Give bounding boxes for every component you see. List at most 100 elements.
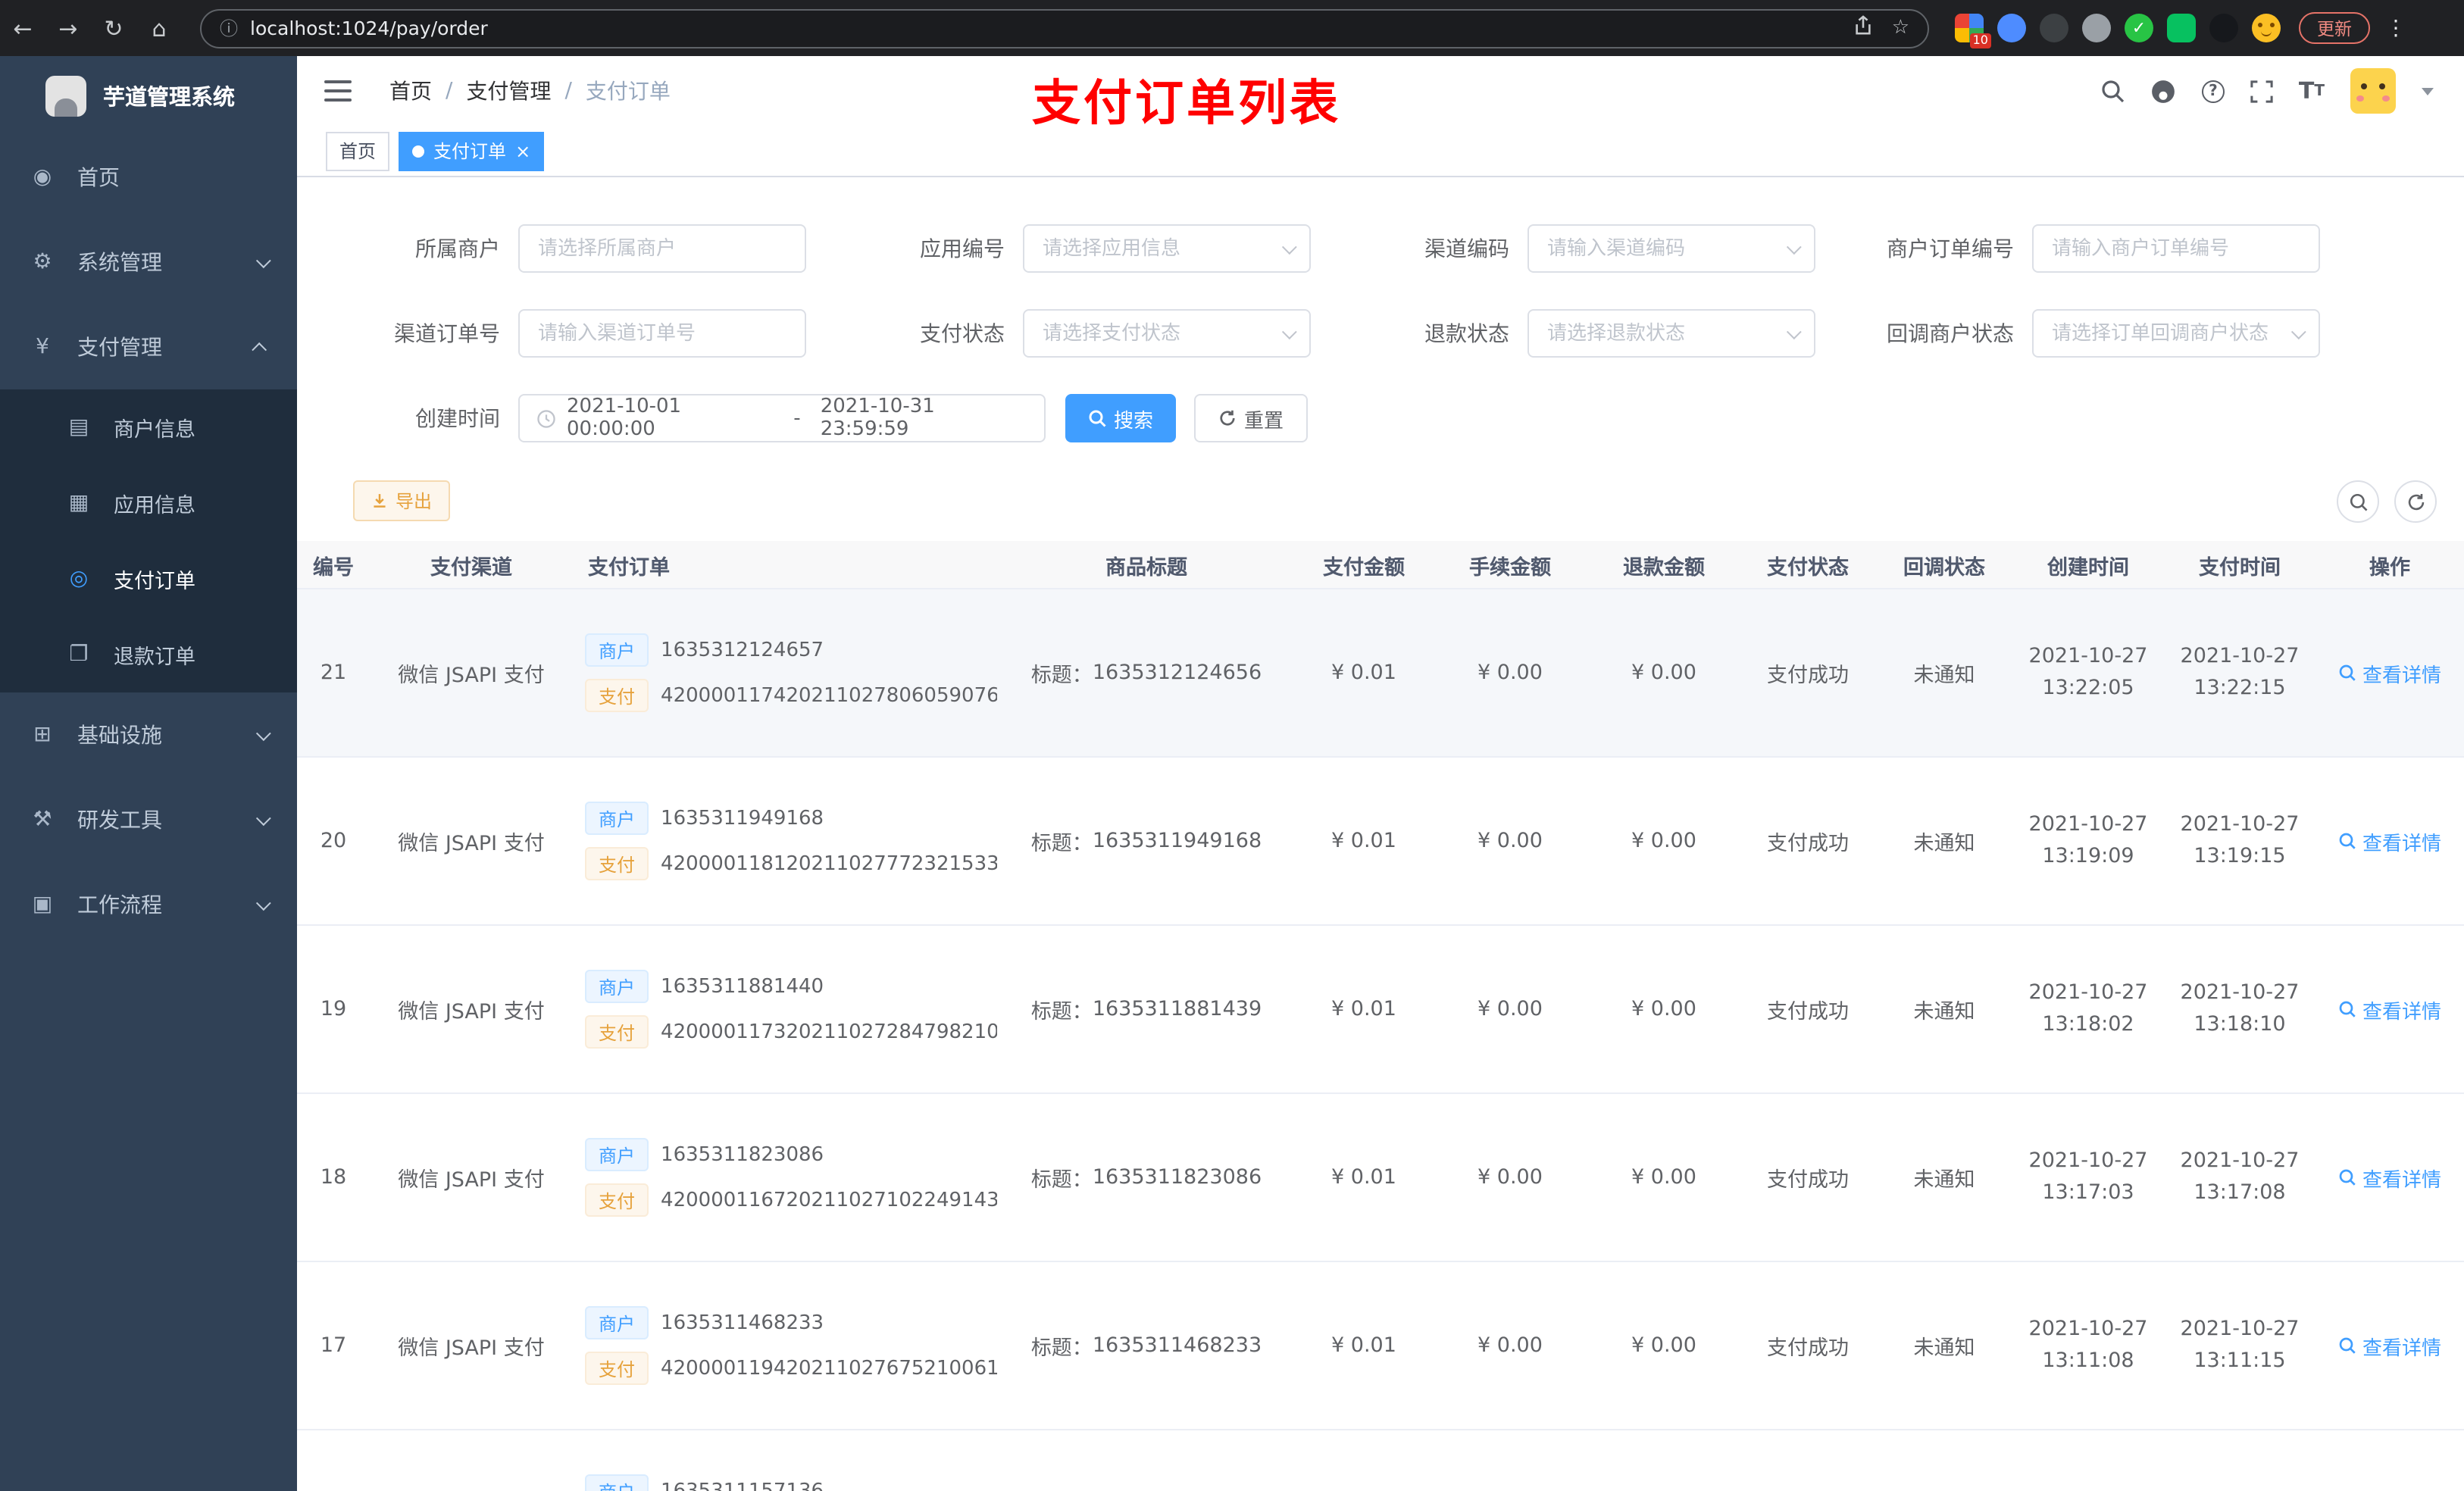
view-detail-link[interactable]: 查看详情 (2338, 1331, 2441, 1360)
app-logo[interactable]: 芋道管理系统 (0, 56, 297, 135)
close-icon[interactable]: × (515, 142, 530, 160)
field-label: 渠道编码 (1424, 238, 1509, 262)
refresh-icon (2407, 492, 2424, 510)
help-icon[interactable]: ? (2201, 80, 2225, 102)
active-dot (412, 145, 425, 157)
home-icon[interactable]: ⌂ (136, 14, 182, 42)
filter-notify-status: 回调商户状态 (1881, 309, 2320, 358)
search-icon[interactable] (2100, 79, 2125, 103)
cell-fee-amount: ¥ 0.00 (1477, 997, 1543, 1021)
field-label: 支付状态 (920, 323, 1005, 347)
address-bar[interactable]: ⓘ localhost:1024/pay/order ☆ (200, 8, 1929, 48)
merchant-order-no: 1635311949168 (661, 807, 824, 830)
logo-avatar (45, 75, 86, 116)
avatar[interactable] (2350, 68, 2396, 114)
column-header: 手续金额 (1469, 555, 1551, 580)
cell-pay-amount: ¥ 0.01 (1331, 829, 1396, 853)
merchant-select[interactable] (520, 226, 805, 271)
bookmark-star-icon[interactable]: ☆ (1892, 17, 1909, 39)
refund-status-select[interactable] (1529, 311, 1814, 356)
cell-order-id (297, 1430, 370, 1491)
app-select[interactable] (1024, 226, 1309, 271)
tab-home[interactable]: 首页 (326, 131, 390, 170)
browser-update-button[interactable]: 更新 (2299, 12, 2370, 44)
filter-row-3: 创建时间 2021-10-01 00:00:00 - 2021-10-31 23… (297, 394, 1309, 442)
site-info-icon[interactable]: ⓘ (220, 15, 238, 41)
breadcrumb-home[interactable]: 首页 (389, 76, 432, 106)
breadcrumb-current: 支付订单 (585, 80, 671, 105)
view-detail-link[interactable]: 查看详情 (2338, 1163, 2441, 1192)
sidebar-item-system[interactable]: ⚙ 系统管理 (0, 220, 297, 305)
title-prefix: 标题： (1030, 1168, 1093, 1192)
merchant-order-no-input[interactable] (2034, 226, 2319, 271)
channel-order-no: 4200001167202110271022491439 (661, 1189, 997, 1211)
sidebar-item-infra[interactable]: ⊞ 基础设施 (0, 692, 297, 777)
filter-row-1: 所属商户 应用编号 渠道编码 商户订单编号 (297, 224, 2320, 273)
cell-fee-amount: ¥ 0.00 (1477, 829, 1543, 853)
cell-refund-amount: ¥ 0.00 (1631, 997, 1696, 1021)
top-navbar: 首页 / 支付管理 / 支付订单 支付订单列表 ? TT (297, 56, 2464, 132)
merchant-order-no: 1635311823086 (661, 1143, 824, 1166)
search-button[interactable]: 搜索 (1065, 394, 1177, 442)
filter-channel-order-no: 渠道订单号 (367, 309, 806, 358)
sidebar-item-home[interactable]: ◉ 首页 (0, 135, 297, 220)
channel-order-no-input[interactable] (520, 311, 805, 356)
sidebar-item-workflow[interactable]: ▣ 工作流程 (0, 862, 297, 947)
date-range-input[interactable]: 2021-10-01 00:00:00 - 2021-10-31 23:59:5… (518, 394, 1046, 442)
share-icon[interactable] (1854, 14, 1874, 42)
pay-status-select[interactable] (1024, 311, 1309, 356)
channel-order-no: 4200001173202110272847982104 (661, 1021, 997, 1043)
cell-pay-order: 商户 1635311823086 支付 4200001167202110271022… (573, 1094, 997, 1261)
extension-icon[interactable] (2167, 14, 2196, 42)
sidebar-item-merchant-info[interactable]: ▤ 商户信息 (0, 389, 297, 465)
forward-icon[interactable]: → (45, 14, 91, 42)
extension-icon[interactable] (2125, 14, 2153, 42)
reset-button[interactable]: 重置 (1194, 394, 1309, 442)
cell-pay-status: 支付成功 (1767, 1336, 1849, 1361)
cell-product-title: 标题： 1635311468233 (997, 1262, 1296, 1429)
github-icon[interactable] (2150, 78, 2176, 104)
tab-pay-order[interactable]: 支付订单 × (399, 131, 545, 170)
column-header: 操作 (2369, 555, 2410, 580)
title-prefix: 标题： (1030, 832, 1093, 856)
reload-icon[interactable]: ↻ (91, 14, 136, 42)
extension-icon[interactable] (2252, 14, 2281, 42)
breadcrumb-payment[interactable]: 支付管理 (466, 76, 551, 106)
merchant-tag: 商户 (585, 1138, 649, 1171)
extension-icon[interactable] (2082, 14, 2111, 42)
extension-icon[interactable] (1997, 14, 2026, 42)
dashboard-icon: ◉ (33, 165, 52, 189)
extension-icon[interactable] (2040, 14, 2068, 42)
refresh-button[interactable] (2394, 480, 2437, 523)
sidebar-item-app-info[interactable]: ▦ 应用信息 (0, 465, 297, 541)
caret-down-icon[interactable] (2422, 87, 2434, 95)
font-size-icon[interactable]: TT (2299, 77, 2325, 105)
cell-pay-time: 2021-10-27 13:11:15 (2180, 1317, 2300, 1373)
channel-code-select[interactable] (1529, 226, 1814, 271)
view-detail-link[interactable]: 查看详情 (2338, 827, 2441, 855)
view-detail-link[interactable]: 查看详情 (2338, 658, 2441, 687)
view-detail-link[interactable]: 查看详情 (2338, 995, 2441, 1024)
toggle-search-button[interactable] (2337, 480, 2379, 523)
pay-tag: 支付 (585, 1352, 649, 1385)
extension-icon[interactable] (2209, 14, 2238, 42)
hamburger-icon[interactable] (324, 80, 352, 102)
sidebar-item-refund-order[interactable]: ❐ 退款订单 (0, 617, 297, 692)
search-icon (2349, 492, 2367, 511)
sidebar-item-pay-order[interactable]: ◎ 支付订单 (0, 541, 297, 617)
notify-status-select[interactable] (2034, 311, 2319, 356)
export-button[interactable]: 导出 (353, 480, 451, 521)
sidebar-item-devtools[interactable]: ⚒ 研发工具 (0, 777, 297, 862)
cell-order-id: 18 (320, 1165, 347, 1189)
browser-menu-icon[interactable]: ⋮ (2385, 16, 2406, 40)
page-annotation: 支付订单列表 (1032, 74, 1342, 132)
cell-pay-channel: 微信 JSAPI 支付 (398, 1168, 545, 1192)
export-button-label: 导出 (396, 491, 433, 512)
sidebar-item-payment[interactable]: ¥ 支付管理 (0, 305, 297, 389)
grid-icon: ▦ (68, 491, 89, 515)
cell-product-title: 标题： 1635311881439 (997, 926, 1296, 1092)
fullscreen-icon[interactable] (2250, 80, 2273, 102)
extension-icon[interactable]: 10 (1955, 14, 1991, 48)
back-icon[interactable]: ← (0, 14, 45, 42)
yen-icon: ¥ (36, 335, 49, 359)
